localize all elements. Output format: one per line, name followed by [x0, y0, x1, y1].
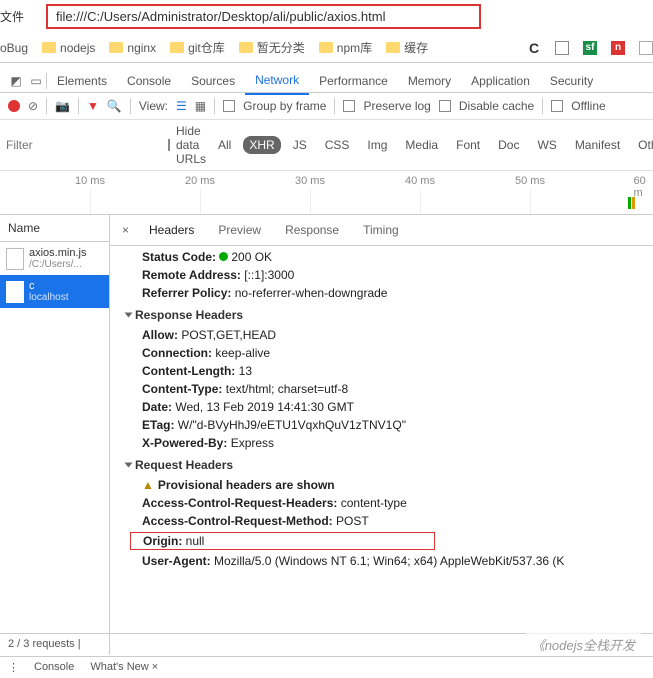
device-icon[interactable]: ▭ — [26, 74, 46, 88]
filter-input[interactable] — [6, 138, 96, 152]
bookmark-folder[interactable]: 缓存 — [386, 39, 428, 56]
bookmark-folder[interactable]: 暂无分类 — [239, 39, 305, 56]
timing-tab[interactable]: Timing — [351, 215, 411, 245]
request-row[interactable]: axios.min.js/C:/Users/... — [0, 242, 109, 275]
file-icon — [6, 281, 24, 303]
offline-label: Offline — [571, 99, 605, 113]
caret-icon — [125, 313, 133, 318]
tick: 30 ms — [295, 175, 325, 187]
caret-icon — [125, 463, 133, 468]
ext-icon[interactable]: n — [611, 41, 625, 55]
filter-ws[interactable]: WS — [531, 136, 562, 154]
drawer-whatsnew-tab[interactable]: What's New × — [90, 661, 158, 674]
tab-security[interactable]: Security — [540, 68, 603, 94]
ext-icon[interactable]: C — [527, 41, 541, 55]
bookmark-left[interactable]: oBug — [0, 41, 28, 55]
warning-icon: ▲ — [142, 478, 154, 492]
filter-xhr[interactable]: XHR — [243, 136, 280, 154]
file-icon — [6, 248, 24, 270]
disable-cache-checkbox[interactable] — [439, 100, 451, 112]
view-list-icon[interactable]: ☰ — [176, 99, 187, 113]
request-row[interactable]: clocalhost — [0, 275, 109, 308]
response-tab[interactable]: Response — [273, 215, 351, 245]
tick: 50 ms — [515, 175, 545, 187]
request-headers-section[interactable]: Request Headers — [122, 452, 653, 476]
address-bar[interactable]: file:///C:/Users/Administrator/Desktop/a… — [46, 4, 481, 29]
clear-icon[interactable]: ⊘ — [28, 99, 38, 113]
tab-application[interactable]: Application — [461, 68, 540, 94]
search-icon[interactable]: 🔍 — [107, 99, 122, 113]
timeline[interactable]: 10 ms 20 ms 30 ms 40 ms 50 ms 60 m — [0, 171, 653, 215]
filter-doc[interactable]: Doc — [492, 136, 525, 154]
hide-urls-checkbox[interactable] — [168, 139, 170, 151]
drawer-menu-icon[interactable]: ⋮ — [8, 661, 18, 674]
group-checkbox[interactable] — [223, 100, 235, 112]
preview-tab[interactable]: Preview — [206, 215, 273, 245]
close-details-icon[interactable]: × — [114, 217, 137, 243]
folder-icon — [239, 42, 253, 53]
view-label: View: — [139, 99, 168, 113]
tab-network[interactable]: Network — [245, 67, 309, 95]
tab-elements[interactable]: Elements — [47, 68, 117, 94]
filter-js[interactable]: JS — [287, 136, 313, 154]
disable-label: Disable cache — [459, 99, 534, 113]
status-dot-icon — [219, 252, 228, 261]
origin-highlight: Origin: null — [130, 532, 435, 550]
group-label: Group by frame — [243, 99, 326, 113]
tick: 60 m — [634, 175, 647, 199]
url-scheme-label: 文件 — [0, 8, 28, 25]
bookmark-folder[interactable]: nginx — [109, 41, 156, 55]
folder-icon — [319, 42, 333, 53]
bookmark-folder[interactable]: nodejs — [42, 41, 95, 55]
preserve-checkbox[interactable] — [343, 100, 355, 112]
folder-icon — [386, 42, 400, 53]
filter-all[interactable]: All — [212, 136, 237, 154]
headers-tab[interactable]: Headers — [137, 215, 206, 245]
ext-icon[interactable] — [555, 41, 569, 55]
filter-icon[interactable]: ▼ — [87, 99, 99, 113]
folder-icon — [109, 42, 123, 53]
preserve-label: Preserve log — [363, 99, 430, 113]
hide-urls-label: Hide data URLs — [176, 124, 206, 166]
filter-manifest[interactable]: Manifest — [569, 136, 626, 154]
filter-css[interactable]: CSS — [319, 136, 356, 154]
tab-sources[interactable]: Sources — [181, 68, 245, 94]
filter-media[interactable]: Media — [399, 136, 444, 154]
tick: 20 ms — [185, 175, 215, 187]
folder-icon — [42, 42, 56, 53]
filter-font[interactable]: Font — [450, 136, 486, 154]
folder-icon — [170, 42, 184, 53]
response-headers-section[interactable]: Response Headers — [122, 302, 653, 326]
record-button[interactable] — [8, 100, 20, 112]
ext-icon[interactable]: sf — [583, 41, 597, 55]
inspect-icon[interactable]: ◩ — [6, 74, 26, 88]
watermark: 《nodejs全栈开发 — [526, 633, 641, 656]
capture-icon[interactable]: 📷 — [55, 99, 70, 113]
bookmark-folder[interactable]: git仓库 — [170, 39, 225, 56]
tab-memory[interactable]: Memory — [398, 68, 461, 94]
drawer-console-tab[interactable]: Console — [34, 661, 74, 674]
name-header[interactable]: Name — [0, 215, 109, 242]
tab-performance[interactable]: Performance — [309, 68, 398, 94]
tab-console[interactable]: Console — [117, 68, 181, 94]
bookmark-folder[interactable]: npm库 — [319, 39, 372, 56]
view-grid-icon[interactable]: ▦ — [195, 99, 206, 113]
tick: 40 ms — [405, 175, 435, 187]
offline-checkbox[interactable] — [551, 100, 563, 112]
filter-other[interactable]: Other — [632, 136, 653, 154]
ext-icon[interactable] — [639, 41, 653, 55]
tick: 10 ms — [75, 175, 105, 187]
filter-img[interactable]: Img — [361, 136, 393, 154]
